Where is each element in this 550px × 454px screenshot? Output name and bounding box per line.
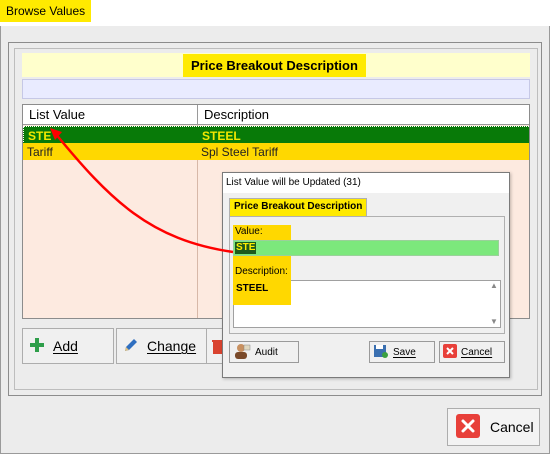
pencil-icon: [123, 337, 139, 356]
value-label: Value:: [235, 226, 263, 237]
audit-button[interactable]: Audit: [229, 341, 299, 363]
cell-description: Spl Steel Tariff: [201, 145, 278, 159]
grid-header: List Value Description: [23, 105, 529, 125]
column-header-list-value[interactable]: List Value: [23, 105, 198, 125]
save-disk-icon: [373, 344, 389, 361]
cell-description: STEEL: [202, 129, 241, 143]
save-button-label: Save: [393, 346, 416, 358]
column-header-description[interactable]: Description: [198, 105, 529, 125]
scroll-up-icon[interactable]: ▲: [490, 281, 498, 290]
cancel-button-label: Cancel: [490, 419, 534, 435]
dialog-cancel-button-label: Cancel: [461, 346, 493, 358]
cell-list-value: STE: [28, 129, 52, 143]
cancel-x-icon: [443, 343, 457, 361]
cancel-x-icon: [456, 413, 480, 441]
add-button[interactable]: Add: [22, 328, 114, 364]
audit-person-icon: [233, 343, 251, 362]
panel-header-label: Price Breakout Description: [183, 54, 366, 77]
description-label: Description:: [235, 266, 288, 277]
window-title: Browse Values: [0, 0, 92, 22]
plus-icon: [29, 337, 45, 356]
dialog-cancel-button[interactable]: Cancel: [439, 341, 505, 363]
tab-price-breakout-description[interactable]: Price Breakout Description: [229, 198, 368, 216]
cancel-button[interactable]: Cancel: [447, 408, 540, 446]
value-input[interactable]: [233, 240, 499, 256]
table-row[interactable]: STE STEEL: [23, 126, 529, 144]
filter-bar[interactable]: [22, 79, 530, 99]
change-button-label: Change: [147, 338, 197, 354]
description-text: STEEL: [236, 283, 269, 294]
cell-list-value: Tariff: [27, 145, 53, 159]
audit-button-label: Audit: [255, 346, 278, 358]
table-row[interactable]: Tariff Spl Steel Tariff: [23, 143, 529, 160]
dialog-title: List Value will be Updated (31): [223, 173, 509, 193]
update-dialog: List Value will be Updated (31) Price Br…: [222, 172, 510, 378]
scroll-down-icon[interactable]: ▼: [490, 317, 498, 326]
add-button-label: Add: [53, 338, 78, 354]
description-scrollbar[interactable]: ▲ ▼: [489, 281, 500, 327]
save-button[interactable]: Save: [369, 341, 435, 363]
value-input-text: STE: [235, 242, 257, 254]
